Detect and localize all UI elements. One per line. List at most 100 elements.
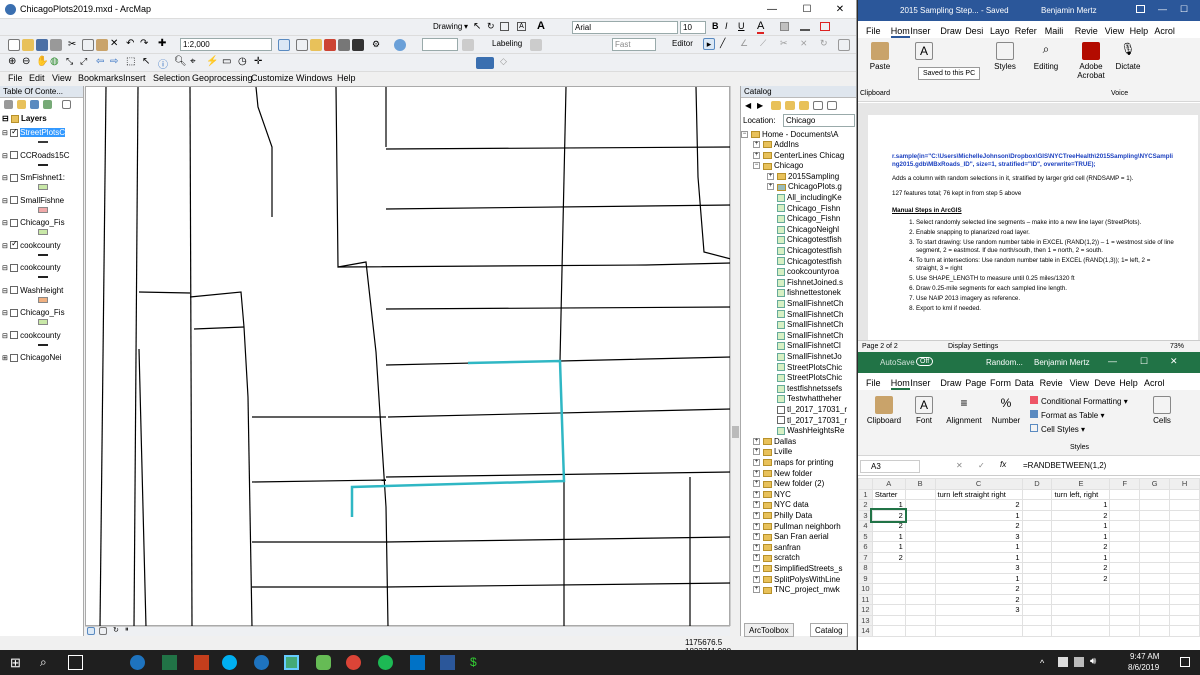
scroll-thumb[interactable] <box>732 426 739 438</box>
expand-icon[interactable]: + <box>753 554 760 562</box>
enter-icon[interactable]: ✓ <box>978 461 985 470</box>
skype-icon[interactable] <box>222 655 237 670</box>
list-by-source-icon[interactable] <box>17 100 26 109</box>
catalog-item[interactable]: cookcountyroa <box>777 267 839 277</box>
text-tool-icon[interactable]: A <box>537 20 545 32</box>
cell[interactable]: 2 <box>934 583 1023 595</box>
cell[interactable] <box>1169 614 1200 626</box>
cell[interactable] <box>1169 551 1200 563</box>
cell[interactable] <box>871 593 906 605</box>
minimize-button[interactable]: — <box>755 0 789 19</box>
toc-layer-item[interactable]: ⊟ WashHeight <box>2 286 63 295</box>
ribbon-tab[interactable]: File <box>866 26 881 36</box>
cell[interactable] <box>1051 625 1111 637</box>
maximize-button[interactable]: ☐ <box>1180 4 1188 15</box>
cell[interactable] <box>904 562 936 574</box>
ribbon-tab[interactable]: Help <box>1119 378 1138 388</box>
column-header[interactable]: A <box>871 478 906 490</box>
layer-visibility-checkbox[interactable] <box>10 196 19 205</box>
render-speed-select[interactable]: Fast <box>612 38 656 51</box>
catalog-item[interactable]: + scratch <box>753 553 800 563</box>
cell[interactable]: 2 <box>934 520 1023 532</box>
table-of-contents-icon[interactable] <box>296 39 308 51</box>
editor-menu[interactable]: Editor <box>672 39 693 48</box>
font-group[interactable]: A <box>914 42 934 62</box>
cell[interactable] <box>1139 562 1171 574</box>
row-header[interactable]: 5 <box>858 530 873 542</box>
label-manager-icon[interactable] <box>530 39 542 51</box>
rotate-feature-icon[interactable]: ↻ <box>820 38 832 50</box>
cell[interactable] <box>1051 583 1111 595</box>
ribbon-tab[interactable]: Inser <box>910 378 930 388</box>
ribbon-tab[interactable]: Acrol <box>1144 378 1165 388</box>
toc-layer-item[interactable]: ⊟ SmFishnet1: <box>2 173 65 182</box>
reshape-icon[interactable]: ⟋ <box>760 38 772 50</box>
find-icon[interactable]: 🔍︎ <box>174 56 187 68</box>
connect-folder-icon[interactable] <box>799 101 809 110</box>
cell[interactable] <box>1139 551 1171 563</box>
map-view[interactable] <box>85 86 732 628</box>
column-header[interactable]: F <box>1109 478 1141 490</box>
tab-arctoolbox[interactable]: ArcToolbox <box>744 623 794 637</box>
cell[interactable] <box>1139 583 1171 595</box>
expand-icon[interactable]: + <box>753 459 760 466</box>
layer-name[interactable]: WashHeight <box>20 286 63 295</box>
zoom-layer-icon[interactable] <box>394 39 406 51</box>
catalog-item[interactable]: Chicagotestfish <box>777 235 842 245</box>
cell[interactable] <box>904 593 936 605</box>
column-header[interactable]: B <box>904 478 936 490</box>
select-arrow-icon[interactable]: ↖ <box>473 21 481 32</box>
home-folder-icon[interactable] <box>785 101 795 110</box>
cell[interactable] <box>904 614 936 626</box>
catalog-item[interactable]: SmallFishnetCh <box>777 310 843 320</box>
cell[interactable] <box>904 541 936 553</box>
attributes-icon[interactable] <box>838 39 850 51</box>
cell[interactable]: 1 <box>1051 499 1111 511</box>
formula-input[interactable]: =RANDBETWEEN(1,2) <box>1023 461 1106 470</box>
map-vertical-scrollbar[interactable] <box>730 86 740 626</box>
layer-visibility-checkbox[interactable] <box>10 331 19 340</box>
expand-icon[interactable]: ⊞ <box>2 355 8 362</box>
word-page[interactable]: r.sample(in="C:\Users\MichelleJohnson\Dr… <box>868 115 1198 340</box>
toc-layer-item[interactable]: ⊟ Chicago_Fis <box>2 218 65 227</box>
hyperlink-icon[interactable]: ⚡ <box>206 56 218 68</box>
full-extent-icon[interactable]: ◍ <box>50 56 62 68</box>
layer-visibility-checkbox[interactable] <box>10 218 19 227</box>
catalog-home-folder[interactable]: − Home - Documents\A <box>741 130 838 140</box>
options-icon[interactable] <box>827 101 837 110</box>
expand-icon[interactable]: + <box>767 183 774 191</box>
column-header[interactable]: C <box>934 478 1023 490</box>
catalog-item[interactable]: SmallFishnetCh <box>777 299 843 309</box>
notifications-icon[interactable] <box>1180 657 1190 667</box>
snapping-icon[interactable]: ◇ <box>500 56 512 68</box>
row-header[interactable]: 4 <box>858 520 873 532</box>
expand-icon[interactable]: ⊟ <box>2 333 8 340</box>
catalog-item[interactable]: + CenterLines Chicag <box>753 151 844 161</box>
spotify-icon[interactable] <box>378 655 393 670</box>
expand-icon[interactable]: ⊟ <box>2 265 8 272</box>
catalog-item[interactable]: + New folder (2) <box>753 479 824 489</box>
cell[interactable] <box>1109 530 1141 542</box>
select-elements-icon[interactable]: ↖ <box>142 56 154 68</box>
cell[interactable]: 2 <box>934 593 1023 605</box>
toc-root-layers[interactable]: ⊟ Layers <box>2 114 47 123</box>
cell[interactable] <box>1051 604 1111 616</box>
cell[interactable] <box>904 520 936 532</box>
catalog-item[interactable]: All_includingKe <box>777 193 842 203</box>
expand-icon[interactable]: ⊟ <box>2 243 8 250</box>
fixed-zoom-out-icon[interactable]: ⤢ <box>80 56 92 68</box>
catalog-item[interactable]: StreetPlotsChic <box>777 363 842 373</box>
name-box[interactable]: A3 <box>860 460 920 473</box>
layer-visibility-checkbox[interactable] <box>10 151 19 160</box>
layer-visibility-checkbox[interactable] <box>10 353 19 362</box>
list-by-selection-icon[interactable] <box>43 100 52 109</box>
cell[interactable] <box>1109 509 1141 521</box>
cell[interactable] <box>1139 509 1171 521</box>
toc-layer-item[interactable]: ⊟ cookcounty <box>2 239 61 250</box>
cell[interactable] <box>1169 562 1200 574</box>
font-color-icon[interactable]: A <box>757 20 765 34</box>
ribbon-tab[interactable]: Hom <box>890 26 910 38</box>
layer-name[interactable]: CCRoads15C <box>20 151 69 160</box>
back-icon[interactable]: ◀ <box>745 101 757 113</box>
cell[interactable]: 1 <box>1051 530 1111 542</box>
